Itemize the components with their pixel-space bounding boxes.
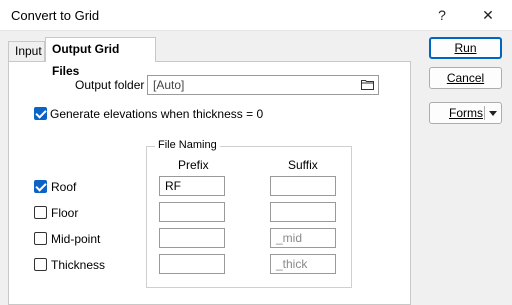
cancel-button-label: Cancel [446,71,485,85]
forms-divider [484,106,485,120]
help-button[interactable]: ? [420,0,464,31]
generate-elevations-checkbox[interactable] [34,107,47,120]
mid-point-suffix-input[interactable]: _mid [270,228,336,248]
roof-prefix-input[interactable]: RF [159,176,225,196]
output-folder-field[interactable]: [Auto] [147,75,379,95]
tab-input[interactable]: Input [8,41,45,61]
forms-button-label: Forms [449,106,483,120]
run-button-label: Run [454,41,477,55]
floor-checkbox[interactable] [34,206,47,219]
cancel-button[interactable]: Cancel [429,67,502,89]
close-button[interactable]: ✕ [466,0,510,31]
suffix-header: Suffix [288,158,318,172]
tab-output-grid-files[interactable]: Output Grid Files [45,37,156,78]
thickness-checkbox[interactable] [34,258,47,271]
prefix-header: Prefix [178,158,209,172]
output-folder-label: Output folder [75,78,145,92]
mid-point-label: Mid-point [51,232,101,246]
floor-prefix-input[interactable] [159,202,225,222]
roof-suffix-input[interactable] [270,176,336,196]
title-bar: Convert to Grid ? ✕ [0,0,512,31]
thickness-suffix-input[interactable]: _thick [270,254,336,274]
mid-point-checkbox[interactable] [34,232,47,245]
mid-point-prefix-input[interactable] [159,228,225,248]
chevron-down-icon[interactable] [489,111,497,116]
folder-icon[interactable] [361,79,374,90]
window-title: Convert to Grid [11,8,100,23]
thickness-prefix-input[interactable] [159,254,225,274]
generate-elevations-label: Generate elevations when thickness = 0 [50,107,264,121]
roof-label: Roof [51,180,77,194]
floor-suffix-input[interactable] [270,202,336,222]
roof-checkbox[interactable] [34,180,47,193]
run-button[interactable]: Run [429,37,502,59]
output-folder-value: [Auto] [153,78,185,92]
floor-label: Floor [51,206,79,220]
file-naming-legend: File Naming [155,139,220,151]
thickness-label: Thickness [51,258,106,272]
forms-button[interactable]: Forms [429,102,502,124]
